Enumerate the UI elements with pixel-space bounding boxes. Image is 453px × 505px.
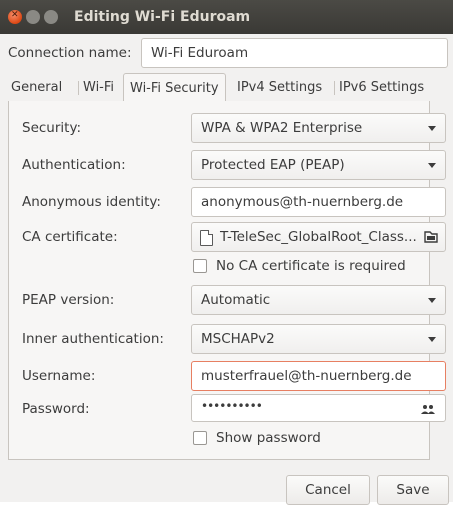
peap-version-label: PEAP version:	[22, 292, 115, 308]
anonymous-identity-label: Anonymous identity:	[22, 194, 161, 210]
show-password-label[interactable]: Show password	[216, 430, 321, 446]
authentication-select[interactable]: Protected EAP (PEAP)	[191, 150, 446, 180]
ca-certificate-label: CA certificate:	[22, 229, 118, 245]
file-icon	[200, 230, 213, 246]
tab-general[interactable]: General	[11, 75, 62, 101]
maximize-window-icon[interactable]	[44, 10, 58, 24]
security-select-value: WPA & WPA2 Enterprise	[201, 120, 363, 136]
security-label: Security:	[22, 120, 82, 136]
username-label: Username:	[22, 368, 96, 384]
password-value: ••••••••••	[201, 399, 263, 413]
chevron-down-icon	[428, 298, 436, 303]
edit-connection-dialog: Editing Wi-Fi Eduroam Connection name: W…	[0, 0, 453, 505]
chevron-down-icon	[428, 337, 436, 342]
window-title: Editing Wi-Fi Eduroam	[74, 9, 251, 25]
username-input[interactable]: musterfrauel@th-nuernberg.de	[191, 361, 446, 391]
tab-wifi-security[interactable]: Wi-Fi Security	[123, 73, 226, 103]
inner-authentication-value: MSCHAPv2	[201, 331, 275, 347]
cancel-button[interactable]: Cancel	[286, 475, 370, 505]
password-storage-icon[interactable]	[421, 404, 435, 414]
save-button[interactable]: Save	[377, 475, 449, 505]
peap-version-select[interactable]: Automatic	[191, 285, 446, 315]
chevron-down-icon	[428, 126, 436, 131]
inner-authentication-label: Inner authentication:	[22, 331, 164, 347]
security-select[interactable]: WPA & WPA2 Enterprise	[191, 113, 446, 143]
peap-version-value: Automatic	[201, 292, 271, 308]
ca-certificate-chooser[interactable]: T-TeleSec_GlobalRoot_Class...	[191, 222, 446, 252]
close-window-icon[interactable]	[8, 10, 22, 24]
title-bar[interactable]: Editing Wi-Fi Eduroam	[0, 0, 453, 34]
connection-name-label: Connection name:	[8, 45, 132, 61]
tab-wifi[interactable]: Wi-Fi	[77, 75, 114, 101]
inner-authentication-select[interactable]: MSCHAPv2	[191, 324, 446, 354]
password-input[interactable]: ••••••••••	[191, 394, 446, 422]
show-password-checkbox[interactable]	[193, 431, 207, 445]
connection-name-input[interactable]: Wi-Fi Eduroam	[141, 38, 448, 68]
tab-ipv4-settings[interactable]: IPv4 Settings	[237, 75, 322, 101]
ca-certificate-value: T-TeleSec_GlobalRoot_Class...	[220, 229, 417, 245]
no-ca-certificate-label[interactable]: No CA certificate is required	[216, 258, 406, 274]
authentication-label: Authentication:	[22, 157, 126, 173]
authentication-select-value: Protected EAP (PEAP)	[201, 157, 345, 173]
tab-ipv6-settings[interactable]: IPv6 Settings	[333, 75, 424, 101]
password-label: Password:	[22, 401, 90, 417]
no-ca-certificate-checkbox[interactable]	[193, 259, 207, 273]
settings-tabs: General Wi-Fi Wi-Fi Security IPv4 Settin…	[8, 73, 428, 103]
open-file-icon[interactable]	[424, 230, 438, 243]
minimize-window-icon[interactable]	[26, 10, 40, 24]
anonymous-identity-input[interactable]: anonymous@th-nuernberg.de	[191, 187, 446, 217]
chevron-down-icon	[428, 163, 436, 168]
